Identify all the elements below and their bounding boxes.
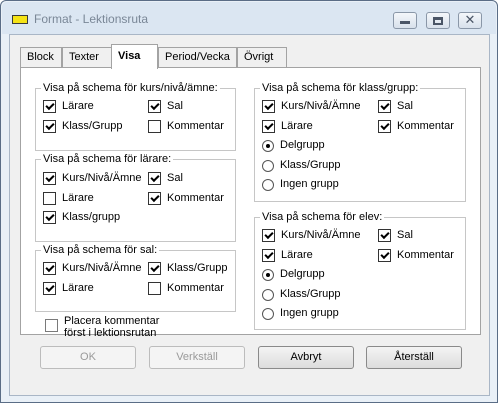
group-title: Visa på schema för klass/grupp:: [260, 81, 421, 95]
checkbox-elev-kurs[interactable]: Kurs/Nivå/Ämne: [262, 229, 360, 242]
dialog-client: Block Texter Visa Period/Vecka Övrigt Vi…: [9, 34, 490, 396]
tab-block[interactable]: Block: [20, 47, 62, 68]
checkbox-box[interactable]: [262, 249, 275, 262]
checkbox-larare-kurs[interactable]: Kurs/Nivå/Ämne: [43, 172, 141, 185]
checkbox-box[interactable]: [43, 211, 56, 224]
minimize-button[interactable]: [393, 12, 417, 29]
checkbox-kurs-sal[interactable]: Sal: [148, 100, 183, 113]
maximize-button[interactable]: [426, 12, 450, 29]
checkbox-larare-kommentar[interactable]: Kommentar: [148, 192, 224, 205]
minimize-icon: [400, 21, 410, 24]
group-klass-grupp: Visa på schema för klass/grupp: Kurs/Niv…: [254, 81, 466, 202]
checkbox-box[interactable]: [148, 120, 161, 133]
checkbox-kurs-klass-grupp[interactable]: Klass/Grupp: [43, 120, 123, 133]
radio-button[interactable]: [262, 288, 274, 301]
checkbox-sal-larare[interactable]: Lärare: [43, 282, 94, 295]
group-sal: Visa på schema för sal: Kurs/Nivå/Ämne K…: [35, 243, 236, 312]
checkbox-sal-kurs[interactable]: Kurs/Nivå/Ämne: [43, 262, 141, 275]
checkbox-larare-klass-grupp[interactable]: Klass/grupp: [43, 211, 120, 224]
group-larare: Visa på schema för lärare: Kurs/Nivå/Ämn…: [35, 152, 236, 242]
checkbox-box[interactable]: [43, 282, 56, 295]
group-kurs-niva-amne: Visa på schema för kurs/nivå/ämne: Lärar…: [35, 81, 236, 151]
checkbox-box[interactable]: [262, 120, 275, 133]
radio-button[interactable]: [262, 139, 274, 152]
dialog-window: Format - Lektionsruta ✕ Block Texter Vis…: [0, 0, 498, 403]
checkbox-box[interactable]: [148, 172, 161, 185]
app-icon: [12, 15, 28, 24]
group-title: Visa på schema för kurs/nivå/ämne:: [41, 81, 220, 95]
checkbox-klass-kommentar[interactable]: Kommentar: [378, 120, 454, 133]
checkbox-box[interactable]: [378, 229, 391, 242]
group-elev: Visa på schema för elev: Kurs/Nivå/Ämne …: [254, 210, 466, 330]
radio-elev-klass-grupp[interactable]: Klass/Grupp: [262, 288, 341, 301]
group-title: Visa på schema för elev:: [260, 210, 385, 224]
visa-tab-panel: Visa på schema för kurs/nivå/ämne: Lärar…: [20, 67, 481, 339]
checkbox-placera-kommentar[interactable]: Placera kommentar först i lektionsrutan: [45, 315, 159, 339]
checkbox-box[interactable]: [148, 100, 161, 113]
window-title: Format - Lektionsruta: [34, 12, 149, 26]
checkbox-sal-klass-grupp[interactable]: Klass/Grupp: [148, 262, 228, 275]
group-title: Visa på schema för lärare:: [41, 152, 174, 166]
reset-button[interactable]: Återställ: [366, 346, 462, 369]
apply-button[interactable]: Verkställ: [149, 346, 245, 369]
checkbox-box[interactable]: [45, 319, 58, 332]
tab-texter[interactable]: Texter: [62, 47, 112, 68]
checkbox-box[interactable]: [148, 282, 161, 295]
tab-visa[interactable]: Visa: [111, 44, 158, 69]
title-bar[interactable]: Format - Lektionsruta ✕: [2, 2, 496, 34]
radio-klass-delgrupp[interactable]: Delgrupp: [262, 139, 325, 152]
ok-button[interactable]: OK: [40, 346, 136, 369]
tab-period-vecka[interactable]: Period/Vecka: [158, 47, 237, 68]
checkbox-elev-kommentar[interactable]: Kommentar: [378, 249, 454, 262]
checkbox-sal-kommentar[interactable]: Kommentar: [148, 282, 224, 295]
group-title: Visa på schema för sal:: [41, 243, 160, 257]
radio-button[interactable]: [262, 159, 274, 172]
checkbox-kurs-kommentar[interactable]: Kommentar: [148, 120, 224, 133]
checkbox-box[interactable]: [378, 120, 391, 133]
checkbox-box[interactable]: [43, 120, 56, 133]
checkbox-box[interactable]: [378, 100, 391, 113]
checkbox-kurs-larare[interactable]: Lärare: [43, 100, 94, 113]
cancel-button[interactable]: Avbryt: [258, 346, 354, 369]
checkbox-larare-sal[interactable]: Sal: [148, 172, 183, 185]
checkbox-klass-larare[interactable]: Lärare: [262, 120, 313, 133]
checkbox-box[interactable]: [148, 262, 161, 275]
close-button[interactable]: ✕: [458, 12, 482, 29]
radio-klass-ingen-grupp[interactable]: Ingen grupp: [262, 178, 339, 191]
radio-klass-klass-grupp[interactable]: Klass/Grupp: [262, 159, 341, 172]
checkbox-klass-kurs[interactable]: Kurs/Nivå/Ämne: [262, 100, 360, 113]
checkbox-box[interactable]: [378, 249, 391, 262]
tab-ovrigt[interactable]: Övrigt: [237, 47, 287, 68]
checkbox-box[interactable]: [43, 172, 56, 185]
checkbox-box[interactable]: [43, 100, 56, 113]
checkbox-box[interactable]: [43, 262, 56, 275]
radio-elev-ingen-grupp[interactable]: Ingen grupp: [262, 307, 339, 320]
radio-button[interactable]: [262, 268, 274, 281]
radio-button[interactable]: [262, 178, 274, 191]
checkbox-larare-larare[interactable]: Lärare: [43, 192, 94, 205]
checkbox-elev-larare[interactable]: Lärare: [262, 249, 313, 262]
checkbox-box[interactable]: [148, 192, 161, 205]
close-icon: ✕: [464, 13, 476, 28]
checkbox-elev-sal[interactable]: Sal: [378, 229, 413, 242]
checkbox-box[interactable]: [262, 229, 275, 242]
radio-button[interactable]: [262, 307, 274, 320]
radio-elev-delgrupp[interactable]: Delgrupp: [262, 268, 325, 281]
checkbox-box[interactable]: [262, 100, 275, 113]
maximize-icon: [433, 16, 443, 25]
checkbox-box[interactable]: [43, 192, 56, 205]
checkbox-klass-sal[interactable]: Sal: [378, 100, 413, 113]
